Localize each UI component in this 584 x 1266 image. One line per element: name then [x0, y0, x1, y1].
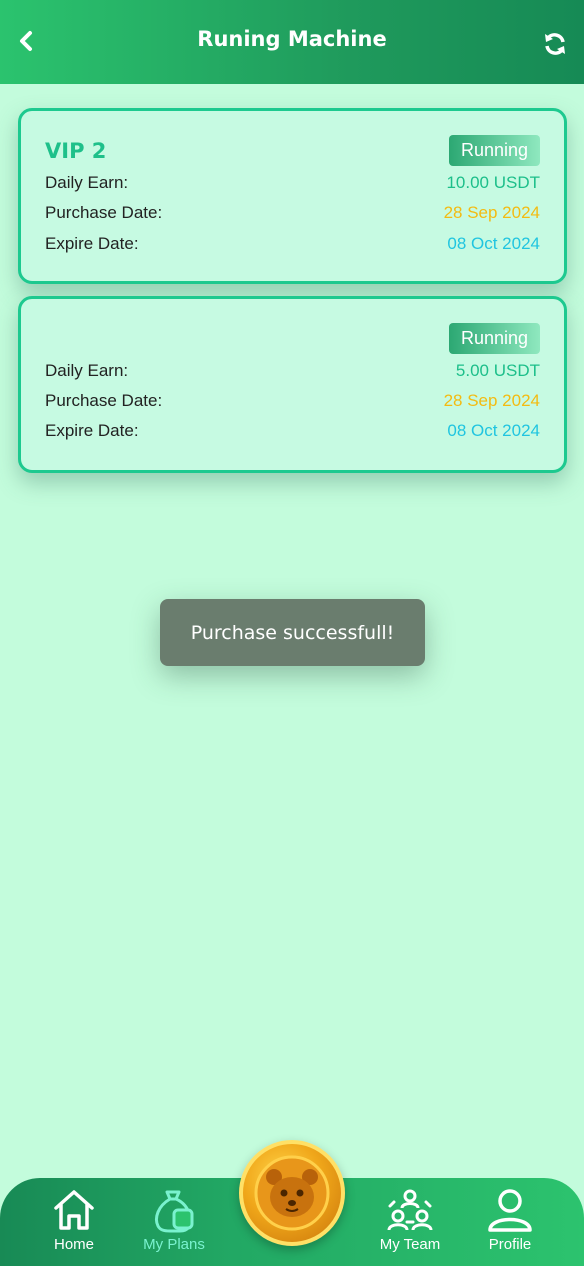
- plan-card[interactable]: Running Daily Earn: 5.00 USDT Purchase D…: [18, 296, 567, 473]
- purchase-date-label: Purchase Date:: [45, 391, 163, 410]
- team-icon: [387, 1189, 433, 1231]
- purchase-date-row: Purchase Date: 28 Sep 2024: [45, 389, 540, 413]
- status-badge: Running: [449, 323, 540, 354]
- purchase-date-value: 28 Sep 2024: [443, 203, 540, 222]
- purchase-date-row: Purchase Date: 28 Sep 2024: [45, 201, 540, 225]
- nav-item-profile[interactable]: Profile: [465, 1178, 555, 1266]
- plan-card[interactable]: VIP 2 Running Daily Earn: 10.00 USDT Pur…: [18, 108, 567, 284]
- daily-earn-row: Daily Earn: 10.00 USDT: [45, 171, 540, 195]
- daily-earn-value: 10.00 USDT: [446, 173, 540, 192]
- nav-label-profile: Profile: [488, 1236, 532, 1253]
- nav-label-my-team: My Team: [379, 1236, 441, 1253]
- toast-message: Purchase successfull!: [160, 599, 425, 666]
- purchase-date-value: 28 Sep 2024: [443, 391, 540, 410]
- profile-icon: [488, 1189, 532, 1232]
- hamster-coin-button[interactable]: [239, 1140, 345, 1246]
- page-title: Runing Machine: [197, 27, 387, 51]
- expire-date-label: Expire Date:: [45, 234, 139, 253]
- daily-earn-row: Daily Earn: 5.00 USDT: [45, 359, 540, 383]
- purchase-date-label: Purchase Date:: [45, 203, 163, 222]
- chevron-left-icon[interactable]: [14, 28, 40, 54]
- app-header: Runing Machine: [0, 0, 584, 84]
- home-icon: [54, 1190, 94, 1230]
- expire-date-label: Expire Date:: [45, 421, 139, 440]
- expire-date-row: Expire Date: 08 Oct 2024: [45, 419, 540, 443]
- nav-label-home: Home: [53, 1236, 94, 1253]
- hamster-coin-icon: [254, 1155, 330, 1231]
- nav-item-home[interactable]: Home: [29, 1178, 119, 1266]
- status-badge: Running: [449, 135, 540, 166]
- nav-item-my-team[interactable]: My Team: [365, 1178, 455, 1266]
- expire-date-value: 08 Oct 2024: [447, 421, 540, 440]
- plans-bag-icon: [155, 1190, 194, 1233]
- daily-earn-value: 5.00 USDT: [455, 361, 540, 380]
- expire-date-row: Expire Date: 08 Oct 2024: [45, 232, 540, 256]
- refresh-icon[interactable]: [542, 31, 568, 57]
- nav-label-my-plans: My Plans: [143, 1236, 205, 1253]
- plan-name: VIP 2: [45, 139, 107, 163]
- daily-earn-label: Daily Earn:: [45, 361, 129, 380]
- nav-item-my-plans[interactable]: My Plans: [129, 1178, 219, 1266]
- daily-earn-label: Daily Earn:: [45, 173, 129, 192]
- expire-date-value: 08 Oct 2024: [447, 234, 540, 253]
